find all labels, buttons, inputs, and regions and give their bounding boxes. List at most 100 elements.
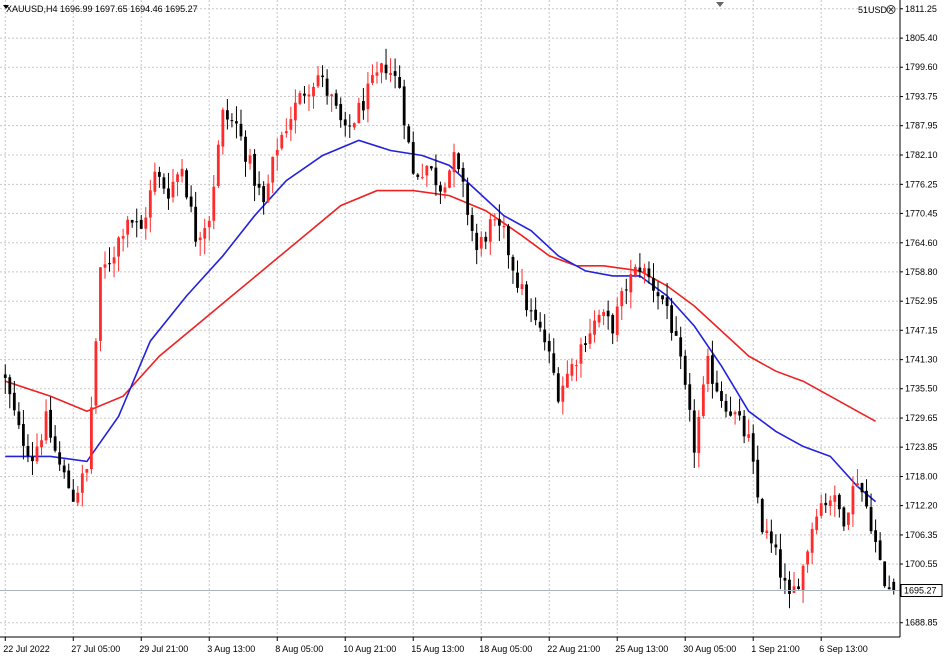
candle-body-24 [112, 257, 116, 264]
candle-body-152 [692, 410, 696, 453]
account-label: 51USD [858, 5, 888, 15]
candle-body-196 [892, 581, 896, 591]
candle-body-26 [121, 236, 125, 239]
candle-body-142 [647, 268, 651, 278]
x-tick-label-0: 22 Jul 2022 [3, 644, 50, 654]
candle-body-50 [230, 120, 234, 122]
candle-body-192 [874, 530, 878, 542]
candle-body-116 [529, 310, 533, 312]
x-tick-label-2: 29 Jul 21:00 [139, 644, 188, 654]
candle-body-104 [475, 232, 479, 251]
candle-body-190 [865, 490, 868, 507]
candle-body-33 [153, 171, 157, 192]
candle-body-76 [348, 125, 352, 127]
candle-body-114 [520, 284, 524, 290]
candle-body-174 [792, 586, 796, 593]
candle-body-80 [366, 83, 370, 110]
candle-body-58 [266, 183, 270, 202]
candle-body-28 [130, 219, 134, 223]
candle-body-16 [76, 492, 80, 503]
candle-body-136 [620, 291, 624, 307]
candle-body-94 [429, 166, 433, 169]
last-price-value: 1695.27 [904, 586, 937, 596]
candle-body-64 [293, 102, 297, 121]
candle-body-146 [665, 297, 669, 307]
candle-body-122 [556, 373, 560, 402]
candle-body-105 [479, 237, 483, 249]
price-chart[interactable]: 1811.25 1805.40 1799.60 1793.75 1787.95 1782.… [0, 0, 944, 661]
candle-body-37 [171, 181, 175, 198]
candle-body-2 [12, 392, 16, 411]
y-tick-label-19: 1700.55 [905, 559, 938, 569]
candle-body-5 [26, 445, 30, 457]
candle-body-126 [575, 365, 578, 367]
candle-body-71 [325, 78, 329, 96]
y-tick-label-0: 1811.25 [905, 4, 937, 14]
candle-body-99 [452, 152, 456, 173]
x-tick-label-12: 6 Sep 13:00 [819, 644, 868, 654]
candle-body-21 [99, 267, 102, 341]
candle-body-34 [157, 171, 161, 177]
candle-body-153 [697, 416, 701, 454]
candle-body-49 [225, 110, 229, 120]
candle-body-147 [670, 305, 674, 333]
x-tick-label-8: 22 Aug 21:00 [547, 644, 600, 654]
candle-body-151 [688, 384, 692, 410]
candle-body-109 [497, 219, 501, 226]
candle-body-9 [44, 411, 48, 441]
candle-body-1 [8, 377, 12, 395]
candle-body-140 [638, 267, 642, 273]
y-tick-label-12: 1741.30 [905, 355, 938, 365]
candle-body-177 [806, 551, 810, 565]
candle-body-62 [284, 131, 288, 134]
y-tick-label-6: 1776.25 [905, 179, 938, 189]
candle-body-184 [837, 494, 841, 510]
candle-body-74 [339, 104, 343, 121]
candle-body-52 [239, 123, 243, 137]
candle-body-179 [815, 516, 819, 531]
candle-body-106 [484, 236, 488, 242]
candle-body-141 [643, 268, 646, 274]
candle-body-54 [248, 155, 252, 164]
candle-body-159 [724, 400, 728, 412]
x-tick-label-9: 25 Aug 13:00 [615, 644, 668, 654]
candle-body-8 [40, 440, 43, 448]
candle-body-42 [194, 206, 198, 242]
candle-body-66 [303, 93, 306, 96]
candle-body-0 [3, 374, 7, 378]
candle-body-191 [869, 507, 873, 532]
candle-body-157 [715, 382, 719, 392]
y-tick-label-15: 1723.85 [905, 442, 938, 452]
candle-body-134 [611, 315, 615, 334]
candle-body-3 [17, 411, 21, 426]
candle-body-15 [71, 489, 75, 502]
candle-body-43 [198, 237, 202, 241]
candle-body-168 [765, 530, 769, 533]
candle-body-97 [443, 187, 447, 193]
candle-body-17 [80, 473, 84, 493]
candle-body-173 [788, 579, 791, 594]
candle-body-61 [280, 134, 284, 149]
candle-body-91 [416, 174, 420, 177]
candle-body-67 [307, 94, 311, 97]
candle-body-73 [334, 93, 338, 106]
candle-body-101 [461, 167, 465, 182]
candle-body-29 [135, 221, 139, 223]
candle-body-133 [606, 310, 610, 317]
candle-body-22 [103, 264, 107, 268]
candle-body-39 [180, 168, 184, 177]
y-tick-label-3: 1793.75 [905, 92, 938, 102]
candle-body-127 [579, 344, 583, 364]
candle-body-36 [167, 188, 170, 199]
x-tick-label-3: 3 Aug 13:00 [207, 644, 255, 654]
candle-body-164 [747, 434, 751, 438]
candle-body-186 [847, 512, 850, 525]
candle-body-7 [35, 446, 39, 462]
candle-body-175 [797, 586, 800, 589]
candle-body-13 [62, 465, 66, 473]
y-tick-label-8: 1764.60 [905, 238, 938, 248]
candle-body-178 [810, 528, 814, 553]
candle-body-117 [534, 309, 538, 321]
y-tick-label-2: 1799.60 [905, 62, 938, 72]
candle-body-92 [420, 177, 424, 179]
